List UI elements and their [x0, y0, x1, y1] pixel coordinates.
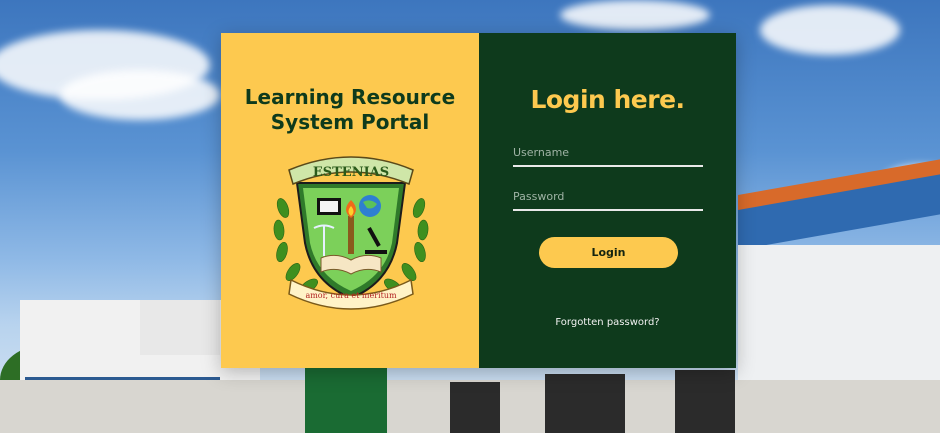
forgotten-password-link[interactable]: Forgotten password?	[479, 317, 736, 328]
portal-title: Learning Resource System Portal	[221, 85, 479, 135]
emblem-top-banner-text: ESTENIAS	[313, 165, 389, 180]
username-input[interactable]	[513, 139, 703, 167]
emblem-bottom-banner-text: amor, cura et meritum	[305, 291, 397, 300]
login-heading: Login here.	[530, 85, 685, 114]
password-input[interactable]	[513, 183, 703, 211]
portal-branding-panel: Learning Resource System Portal ESTENIAS…	[221, 33, 479, 368]
login-card: Learning Resource System Portal ESTENIAS…	[221, 33, 736, 368]
school-emblem-logo: ESTENIAS amor, cura et meritum	[273, 156, 429, 310]
login-button[interactable]: Login	[539, 237, 678, 268]
portal-title-line1: Learning Resource	[244, 85, 456, 109]
portal-title-line2: System Portal	[270, 110, 430, 134]
login-form-panel: Login here. Login Forgotten password?	[479, 33, 736, 368]
